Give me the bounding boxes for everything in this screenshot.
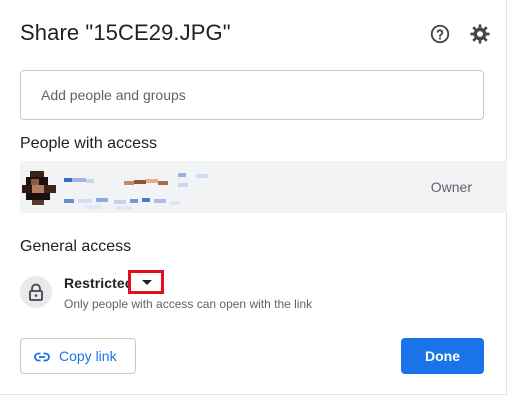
gear-icon[interactable]	[469, 23, 491, 45]
person-role: Owner	[430, 179, 472, 195]
person-row[interactable]: Owner	[20, 161, 507, 213]
avatar	[22, 171, 56, 205]
add-people-input[interactable]	[20, 70, 484, 120]
copy-link-label: Copy link	[59, 348, 117, 364]
caret-down-icon	[142, 280, 152, 285]
access-level-dropdown[interactable]	[128, 270, 164, 294]
access-level-value[interactable]: Restricted	[64, 275, 133, 291]
dialog-title: Share "15CE29.JPG"	[20, 20, 231, 45]
done-button[interactable]: Done	[401, 338, 484, 374]
share-dialog: Share "15CE29.JPG" People with access	[0, 0, 507, 395]
copy-link-button[interactable]: Copy link	[20, 338, 136, 374]
general-access-heading: General access	[20, 238, 132, 255]
access-description: Only people with access can open with th…	[64, 297, 313, 311]
lock-icon	[29, 283, 43, 301]
people-with-access-heading: People with access	[20, 135, 157, 152]
lock-icon-container	[20, 276, 52, 308]
link-icon	[34, 352, 50, 362]
help-icon[interactable]	[429, 23, 451, 45]
